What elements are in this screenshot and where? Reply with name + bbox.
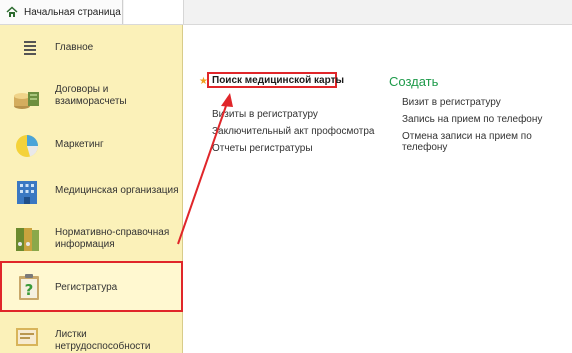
tab-spacer bbox=[124, 0, 184, 24]
link-cancel-phone-appointment[interactable]: Отмена записи на прием по телефону bbox=[402, 131, 572, 153]
section-reference-info[interactable]: Нормативно-справочная информация bbox=[0, 220, 183, 260]
link-search-medical-card[interactable]: Поиск медицинской карты bbox=[212, 75, 344, 86]
tab-home-label: Начальная страница bbox=[24, 6, 121, 18]
link-create-visit[interactable]: Визит в регистратуру bbox=[402, 97, 501, 108]
coins-icon bbox=[14, 92, 39, 109]
section-contracts-label: Договоры и взаиморасчеты bbox=[55, 84, 127, 108]
tab-bar: Начальная страница bbox=[0, 0, 572, 25]
section-reference-info-line2: информация bbox=[55, 239, 115, 250]
link-registry-reports[interactable]: Отчеты регистратуры bbox=[212, 143, 313, 154]
home-icon bbox=[6, 6, 18, 17]
section-registry[interactable]: ? Регистратура bbox=[0, 261, 183, 312]
sick-leave-icon bbox=[16, 328, 38, 346]
menu-lines-icon bbox=[24, 41, 36, 55]
sections-panel: Главное Договоры и взаиморасчеты Маркети… bbox=[0, 25, 183, 353]
create-section-title: Создать bbox=[389, 74, 439, 89]
pie-chart-icon bbox=[16, 135, 38, 157]
section-marketing-label: Маркетинг bbox=[55, 139, 104, 150]
section-contracts[interactable]: Договоры и взаиморасчеты bbox=[0, 78, 183, 118]
tab-home-page[interactable]: Начальная страница bbox=[0, 0, 123, 24]
link-final-checkup-act[interactable]: Заключительный акт профосмотра bbox=[212, 126, 374, 137]
section-marketing[interactable]: Маркетинг bbox=[0, 128, 183, 162]
building-icon bbox=[17, 181, 37, 204]
link-create-phone-appointment[interactable]: Запись на прием по телефону bbox=[402, 114, 542, 125]
svg-text:?: ? bbox=[25, 281, 34, 299]
section-contracts-line1: Договоры и bbox=[55, 84, 109, 95]
section-registry-label: Регистратура bbox=[55, 282, 118, 293]
section-sick-leave-label: Листки нетрудоспособности bbox=[55, 329, 151, 352]
link-registry-visits[interactable]: Визиты в регистратуру bbox=[212, 109, 318, 120]
section-contracts-line2: взаиморасчеты bbox=[55, 96, 127, 107]
section-main[interactable]: Главное bbox=[0, 35, 183, 61]
section-reference-info-line1: Нормативно-справочная bbox=[55, 227, 170, 238]
clipboard-question-icon: ? bbox=[19, 274, 39, 300]
section-medical-organization[interactable]: Медицинская организация bbox=[0, 173, 183, 209]
section-main-label: Главное bbox=[55, 42, 94, 53]
section-sick-leave[interactable]: Листки нетрудоспособности bbox=[0, 317, 183, 353]
section-medical-organization-label: Медицинская организация bbox=[55, 185, 179, 196]
binders-icon bbox=[16, 228, 39, 251]
section-reference-info-label: Нормативно-справочная информация bbox=[55, 227, 169, 251]
